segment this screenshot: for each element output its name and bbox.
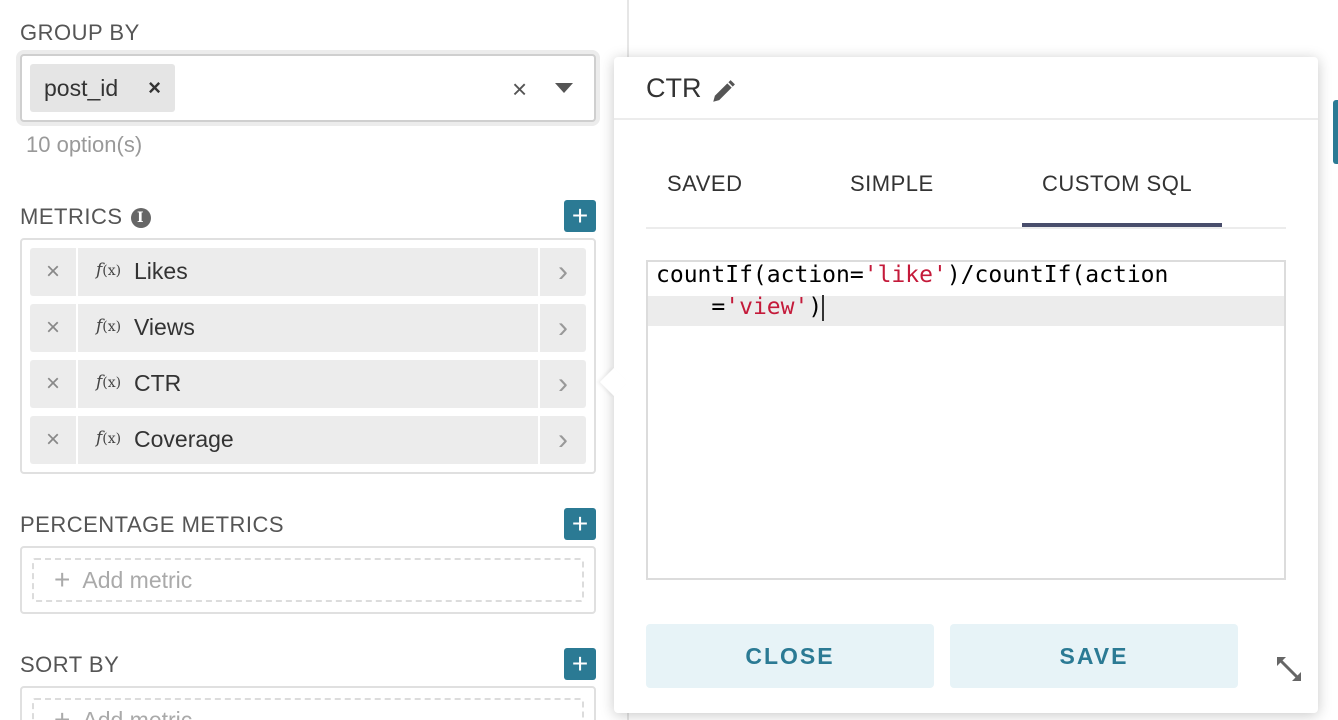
active-tab-indicator	[1022, 223, 1222, 227]
save-button[interactable]: SAVE	[950, 624, 1238, 688]
sql-line-2: ='view')	[656, 294, 825, 321]
group-by-tag: post_id ×	[30, 64, 176, 112]
metric-editor-popover: CTR SAVED SIMPLE CUSTOM SQL countIf(acti…	[614, 57, 1318, 713]
remove-metric-icon[interactable]: ×	[30, 416, 78, 464]
control-panel: GROUP BY post_id × × 10 option(s) METRIC…	[0, 0, 628, 720]
metric-label: Likes	[134, 258, 188, 284]
placeholder-text: Add metric	[82, 706, 193, 720]
chevron-right-icon[interactable]: ›	[538, 416, 586, 464]
metric-title[interactable]: CTR	[646, 73, 702, 104]
close-button[interactable]: CLOSE	[646, 624, 934, 688]
editor-tabs: SAVED SIMPLE CUSTOM SQL	[646, 165, 1286, 229]
chevron-right-icon[interactable]: ›	[538, 248, 586, 296]
metric-item[interactable]: × f(x) CTR ›	[30, 360, 586, 408]
text-cursor	[822, 294, 825, 321]
percentage-metrics-label: PERCENTAGE METRICS	[20, 512, 285, 537]
metric-item[interactable]: × f(x) Views ›	[30, 304, 586, 352]
chevron-down-icon[interactable]	[555, 83, 573, 93]
percentage-metrics-dropzone: + Add metric	[20, 546, 596, 614]
fx-arg: (x)	[102, 431, 122, 447]
sql-code: =	[656, 294, 726, 320]
remove-metric-icon[interactable]: ×	[30, 360, 78, 408]
remove-metric-icon[interactable]: ×	[30, 304, 78, 352]
placeholder-text: Add metric	[82, 566, 193, 593]
metrics-list: × f(x) Likes › × f(x) Views › × f(x) CTR…	[20, 238, 596, 474]
metric-item[interactable]: × f(x) Coverage ›	[30, 416, 586, 464]
remove-metric-icon[interactable]: ×	[30, 248, 78, 296]
popover-header: CTR	[614, 57, 1318, 120]
add-percentage-metric-placeholder[interactable]: + Add metric	[32, 558, 584, 602]
metric-label: CTR	[134, 370, 182, 396]
plus-icon: +	[54, 564, 71, 595]
fx-arg: (x)	[102, 319, 122, 335]
metric-label: Coverage	[134, 426, 234, 452]
fx-arg: (x)	[102, 375, 122, 391]
add-metric-button[interactable]: +	[564, 200, 596, 232]
chevron-right-icon[interactable]: ›	[538, 360, 586, 408]
function-icon: f(x)	[96, 260, 121, 280]
chevron-right-icon[interactable]: ›	[538, 304, 586, 352]
scroll-indicator[interactable]	[1333, 100, 1338, 164]
add-percentage-metric-button[interactable]: +	[564, 508, 596, 540]
sql-editor[interactable]: countIf(action='like')/countIf(action ='…	[646, 260, 1286, 580]
option-count: 10 option(s)	[26, 132, 143, 157]
resize-icon[interactable]	[1274, 654, 1304, 684]
group-by-select[interactable]: post_id × ×	[20, 54, 596, 122]
sort-by-dropzone: + Add metric	[20, 686, 596, 720]
function-icon: f(x)	[96, 428, 121, 448]
metric-label: Views	[134, 314, 195, 340]
tab-saved[interactable]: SAVED	[667, 171, 742, 197]
tab-simple[interactable]: SIMPLE	[850, 171, 934, 197]
metric-item[interactable]: × f(x) Likes ›	[30, 248, 586, 296]
function-icon: f(x)	[96, 316, 121, 336]
sql-line-1: countIf(action='like')/countIf(action	[656, 262, 1168, 288]
sql-code: )	[808, 294, 823, 320]
tag-label: post_id	[44, 74, 119, 101]
metrics-label: METRICS i	[20, 204, 151, 230]
pencil-icon[interactable]	[710, 79, 736, 105]
sql-string: 'view'	[725, 294, 809, 320]
tab-custom-sql[interactable]: CUSTOM SQL	[1042, 171, 1192, 197]
sql-string: 'like'	[863, 262, 947, 288]
sort-by-label: SORT BY	[20, 652, 120, 677]
clear-selection-icon[interactable]: ×	[512, 74, 527, 105]
plus-icon: +	[54, 704, 71, 720]
tag-remove-icon[interactable]: ×	[148, 75, 161, 101]
sql-code: )/countIf(action	[946, 262, 1169, 288]
add-sort-metric-placeholder[interactable]: + Add metric	[32, 698, 584, 720]
metrics-label-text: METRICS	[20, 204, 123, 229]
group-by-label: GROUP BY	[20, 20, 140, 45]
sql-code: countIf(action=	[656, 262, 864, 288]
fx-arg: (x)	[102, 263, 122, 279]
add-sort-metric-button[interactable]: +	[564, 648, 596, 680]
function-icon: f(x)	[96, 372, 121, 392]
info-icon[interactable]: i	[130, 208, 151, 229]
